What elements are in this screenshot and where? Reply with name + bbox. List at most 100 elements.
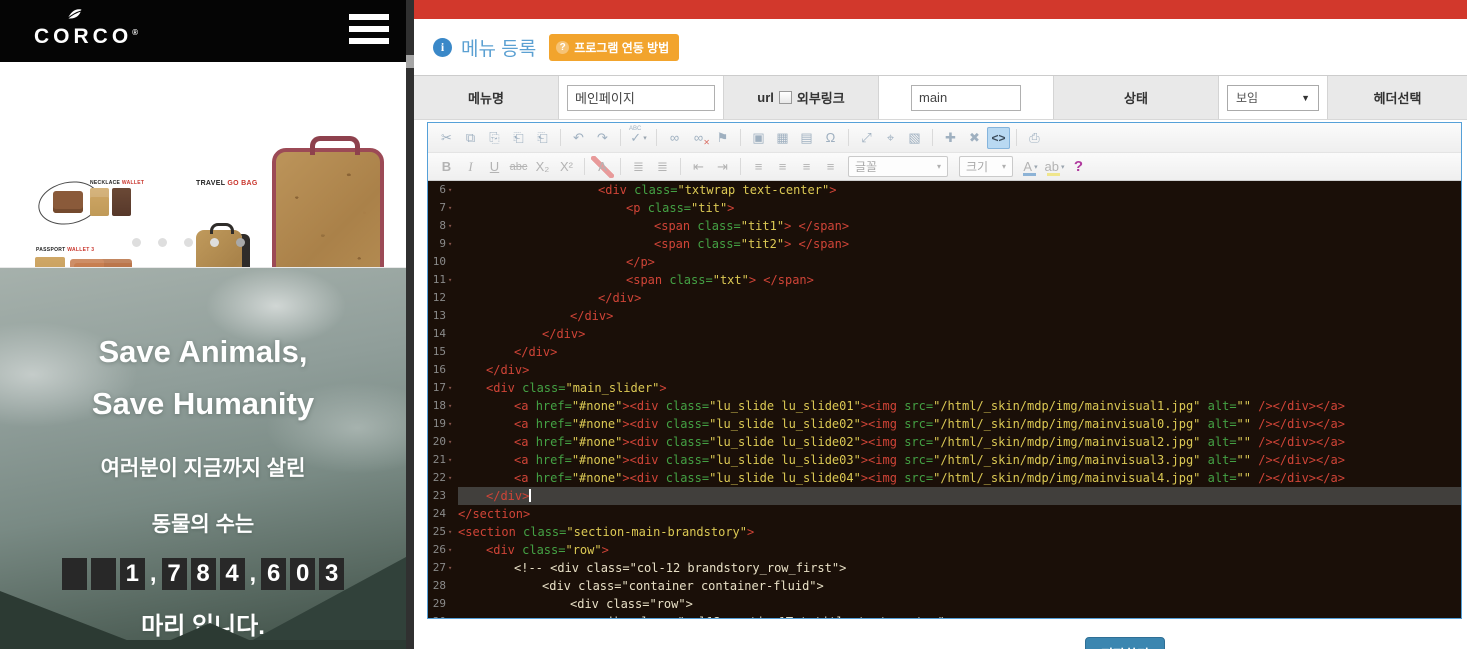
align-justify-button[interactable]: ≡ [819, 156, 842, 178]
toolbar-separator [620, 129, 621, 146]
fold-arrow-icon[interactable]: ▾ [448, 379, 455, 397]
underline-button[interactable]: U [483, 156, 506, 178]
toolbar-separator [620, 158, 621, 175]
corco-logo[interactable]: CORCO® [34, 6, 138, 48]
toolbar-separator [848, 129, 849, 146]
anchor-icon[interactable]: ⚑ [711, 127, 734, 149]
fold-arrow-icon[interactable]: ▾ [448, 217, 455, 235]
source-button[interactable]: <> [987, 127, 1010, 149]
wallet-image [90, 188, 109, 216]
redo-icon[interactable]: ↷ [591, 127, 614, 149]
save-button[interactable]: 저장하기 [1085, 637, 1165, 649]
counter-digit-box [91, 558, 116, 590]
fold-arrow-icon[interactable]: ▾ [448, 235, 455, 253]
indent-button[interactable]: ⇥ [711, 156, 734, 178]
suggest-remove-icon[interactable]: ✖ [963, 127, 986, 149]
necklace-wallet-label: NECKLACE WALLET [90, 180, 144, 186]
url-input[interactable] [911, 85, 1021, 111]
toolbar-separator [740, 158, 741, 175]
outdent-button[interactable]: ⇤ [687, 156, 710, 178]
code-line-9: 9▾<span class="tit2"> </span> [428, 235, 1461, 253]
font-dropdown[interactable]: 글꼴▾ [848, 156, 948, 177]
fold-arrow-icon[interactable]: ▾ [448, 469, 455, 487]
code-line-8: 8▾<span class="tit1"> </span> [428, 217, 1461, 235]
remove-format-button[interactable]: A [591, 156, 614, 178]
link-icon[interactable]: ∞ [663, 127, 686, 149]
counter-digit-box: 1 [120, 558, 145, 590]
pane-divider-scrollbar[interactable] [406, 0, 414, 649]
image-icon[interactable]: ▣ [747, 127, 770, 149]
horizontal-line-icon[interactable]: ▤ [795, 127, 818, 149]
unlink-icon[interactable]: ∞✕ [687, 127, 710, 149]
code-line-22: 22▾<a href="#none"><div class="lu_slide … [428, 469, 1461, 487]
slider-dot[interactable] [184, 238, 193, 247]
hero-subtitle2: 동물의 수는 [0, 508, 406, 538]
hamburger-menu-icon[interactable] [349, 14, 389, 44]
code-line-7: 7▾<p class="tit"> [428, 199, 1461, 217]
maximize-icon[interactable]: ⤢ [855, 127, 878, 149]
suggest-add-icon[interactable]: ✚ [939, 127, 962, 149]
fold-arrow-icon[interactable]: ▾ [448, 541, 455, 559]
external-link-label: 외부링크 [797, 88, 845, 107]
preview-header: CORCO® [0, 0, 406, 62]
slider-dot[interactable] [210, 238, 219, 247]
counter-digit-box: 8 [191, 558, 216, 590]
code-line-17: 17▾<div class="main_slider"> [428, 379, 1461, 397]
paste-from-word-icon[interactable]: ⎗ [531, 127, 554, 149]
fold-arrow-icon[interactable]: ▾ [448, 397, 455, 415]
fold-arrow-icon[interactable]: ▾ [448, 451, 455, 469]
special-char-icon[interactable]: Ω [819, 127, 842, 149]
paste-plain-text-icon[interactable]: ⎗ [507, 127, 530, 149]
strikethrough-button[interactable]: abc [507, 156, 530, 178]
copy-icon[interactable]: ⧉ [459, 127, 482, 149]
fold-arrow-icon[interactable]: ▾ [448, 415, 455, 433]
fold-arrow-icon[interactable]: ▾ [448, 523, 455, 541]
program-link-help-button[interactable]: ? 프로그램 연동 방법 [549, 34, 679, 61]
table-icon[interactable]: ▦ [771, 127, 794, 149]
cut-icon[interactable]: ✂ [435, 127, 458, 149]
align-left-button[interactable]: ≡ [747, 156, 770, 178]
slider-dot[interactable] [132, 238, 141, 247]
wallet-image [112, 188, 131, 216]
product-slider[interactable]: NECKLACE WALLET PASSPORT WALLET 3 TRAVEL… [0, 62, 406, 268]
size-dropdown[interactable]: 크기▾ [959, 156, 1013, 177]
fold-arrow-icon[interactable]: ▾ [448, 199, 455, 217]
hero-section: Save Animals, Save Humanity 여러분이 지금까지 살린… [0, 268, 406, 649]
fold-arrow-icon[interactable]: ▾ [448, 433, 455, 451]
bg-color-button[interactable]: ab▾ [1043, 156, 1066, 178]
menu-name-input[interactable] [567, 85, 715, 111]
toolbar-separator [680, 158, 681, 175]
code-line-28: 28<div class="container container-fluid"… [428, 577, 1461, 595]
fold-arrow-icon[interactable]: ▾ [448, 271, 455, 289]
toolbar-separator [560, 129, 561, 146]
external-link-checkbox[interactable] [779, 91, 792, 104]
header-select-label: 헤더선택 [1327, 76, 1467, 119]
print-icon[interactable]: ⎙ [1023, 127, 1046, 149]
superscript-button[interactable]: X² [555, 156, 578, 178]
admin-pane: i 메뉴 등록 ? 프로그램 연동 방법 메뉴명 url 외부링크 상태 [414, 0, 1467, 649]
bullet-list-button[interactable]: ≣ [651, 156, 674, 178]
align-center-button[interactable]: ≡ [771, 156, 794, 178]
about-button[interactable]: ? [1067, 156, 1090, 178]
slider-dot[interactable] [158, 238, 167, 247]
subscript-button[interactable]: X₂ [531, 156, 554, 178]
status-select[interactable]: 보임 ▼ [1227, 85, 1319, 111]
align-right-button[interactable]: ≡ [795, 156, 818, 178]
html-source-editor: ✂⧉⎘⎗⎗↶↷✓ABC▾∞∞✕⚑▣▦▤Ω⤢⌖▧✚✖<>⎙ BIUabcX₂X²A… [427, 122, 1462, 619]
numbered-list-button[interactable]: ≣ [627, 156, 650, 178]
fold-arrow-icon[interactable]: ▾ [448, 559, 455, 577]
source-code-area[interactable]: 6▾<div class="txtwrap text-center">7▾<p … [428, 181, 1461, 618]
brand-name: CORCO [34, 25, 132, 48]
slider-dot[interactable] [236, 238, 245, 247]
text-color-button[interactable]: A▾ [1019, 156, 1042, 178]
paste-icon[interactable]: ⎘ [483, 127, 506, 149]
bold-button[interactable]: B [435, 156, 458, 178]
spellcheck-icon[interactable]: ✓ABC▾ [627, 127, 650, 149]
fold-arrow-icon[interactable]: ▾ [448, 181, 455, 199]
italic-button[interactable]: I [459, 156, 482, 178]
undo-icon[interactable]: ↶ [567, 127, 590, 149]
select-all-icon[interactable]: ▧ [903, 127, 926, 149]
toolbar-separator [584, 158, 585, 175]
code-line-21: 21▾<a href="#none"><div class="lu_slide … [428, 451, 1461, 469]
find-icon[interactable]: ⌖ [879, 127, 902, 149]
